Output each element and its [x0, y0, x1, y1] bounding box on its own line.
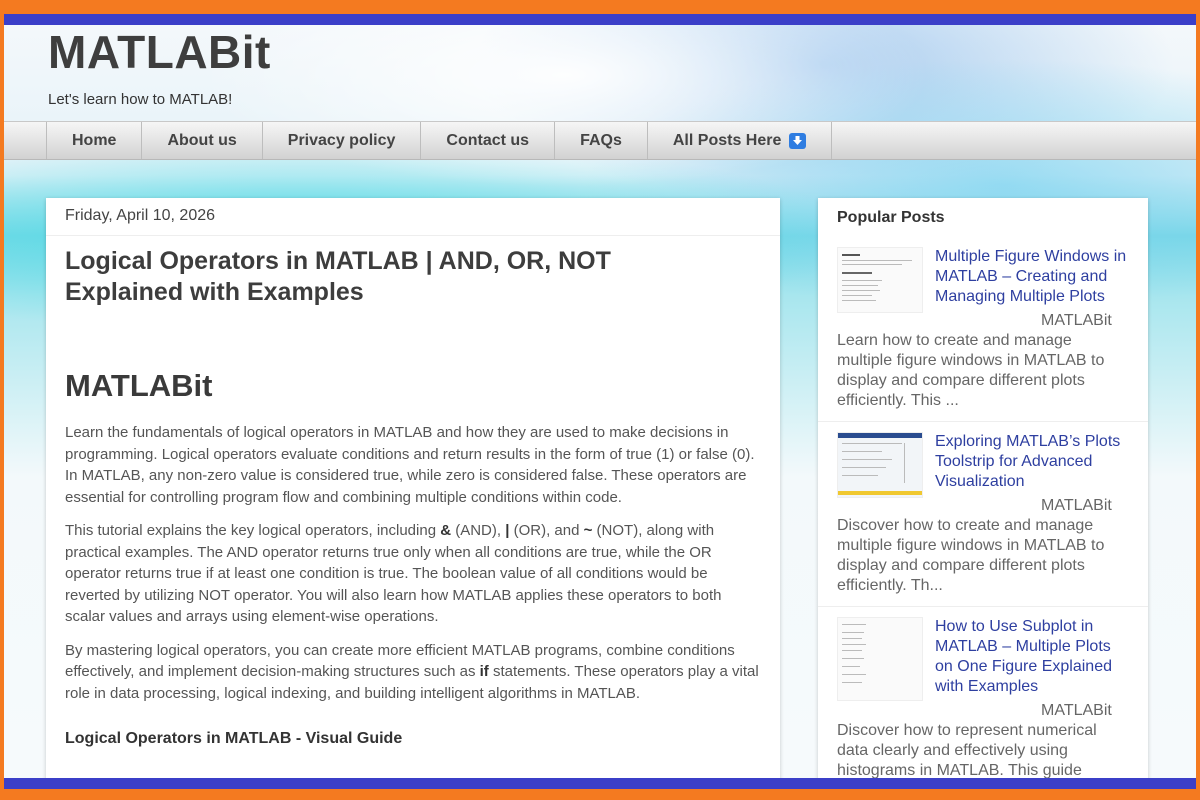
p2-text-b: (AND),: [451, 522, 506, 539]
p2-text-c: (OR), and: [509, 522, 584, 539]
post-subheading: Logical Operators in MATLAB - Visual Gui…: [65, 730, 403, 747]
nav-about-label: About us: [167, 131, 237, 149]
popular-post-snippet: MATLABit Discover how to represent numer…: [837, 702, 1112, 778]
and-operator: &: [440, 522, 452, 539]
popular-post-item: How to Use Subplot in MATLAB – Multiple …: [818, 607, 1148, 778]
down-arrow-icon: [789, 132, 807, 149]
post-date: Friday, April 10, 2026: [46, 198, 780, 236]
site-tagline: Let's learn how to MATLAB!: [48, 91, 233, 108]
nav-contact-label: Contact us: [446, 131, 530, 149]
popular-post-snippet: MATLABit Discover how to create and mana…: [837, 497, 1112, 594]
popular-posts-title: Popular Posts: [837, 209, 945, 226]
nav-bar: Home About us Privacy policy Contact us …: [4, 121, 1196, 160]
if-keyword: if: [479, 663, 489, 680]
nav-faqs[interactable]: FAQs: [554, 122, 647, 159]
post-paragraph-1: Learn the fundamentals of logical operat…: [65, 424, 755, 506]
nav-contact-us[interactable]: Contact us: [420, 122, 554, 159]
post-thumbnail[interactable]: [837, 617, 923, 701]
post-heading: MATLABit: [65, 368, 213, 403]
browser-frame: MATLABit Let's learn how to MATLAB! Home…: [4, 14, 1196, 789]
nav-faqs-label: FAQs: [580, 131, 622, 149]
post-thumbnail[interactable]: [837, 432, 923, 498]
site-title[interactable]: MATLABit: [48, 25, 271, 79]
nav-privacy-label: Privacy policy: [287, 131, 396, 149]
post-thumbnail[interactable]: [837, 247, 923, 313]
nav-all-posts[interactable]: All Posts Here: [646, 122, 833, 159]
post-paragraph-2: This tutorial explains the key logical o…: [65, 520, 761, 628]
popular-post-item: Multiple Figure Windows in MATLAB – Crea…: [818, 237, 1148, 422]
popular-post-item: Exploring MATLAB’s Plots Toolstrip for A…: [818, 422, 1148, 607]
nav-home[interactable]: Home: [46, 122, 141, 159]
nav-all-posts-label: All Posts Here: [672, 131, 782, 149]
post-paragraph-3: By mastering logical operators, you can …: [65, 640, 761, 705]
popular-posts-widget: Popular Posts Multiple Figure Windows in…: [818, 198, 1148, 778]
page-viewport: MATLABit Let's learn how to MATLAB! Home…: [4, 25, 1196, 778]
nav-about-us[interactable]: About us: [141, 122, 261, 159]
nav-home-label: Home: [72, 131, 117, 149]
post-body: Learn the fundamentals of logical operat…: [46, 404, 780, 704]
nav-privacy-policy[interactable]: Privacy policy: [261, 122, 421, 159]
p2-text-a: This tutorial explains the key logical o…: [65, 522, 441, 539]
popular-post-snippet: MATLABit Learn how to create and manage …: [837, 312, 1112, 409]
post-title[interactable]: Logical Operators in MATLAB | AND, OR, N…: [46, 236, 706, 308]
post-container: Friday, April 10, 2026 Logical Operators…: [46, 198, 780, 778]
